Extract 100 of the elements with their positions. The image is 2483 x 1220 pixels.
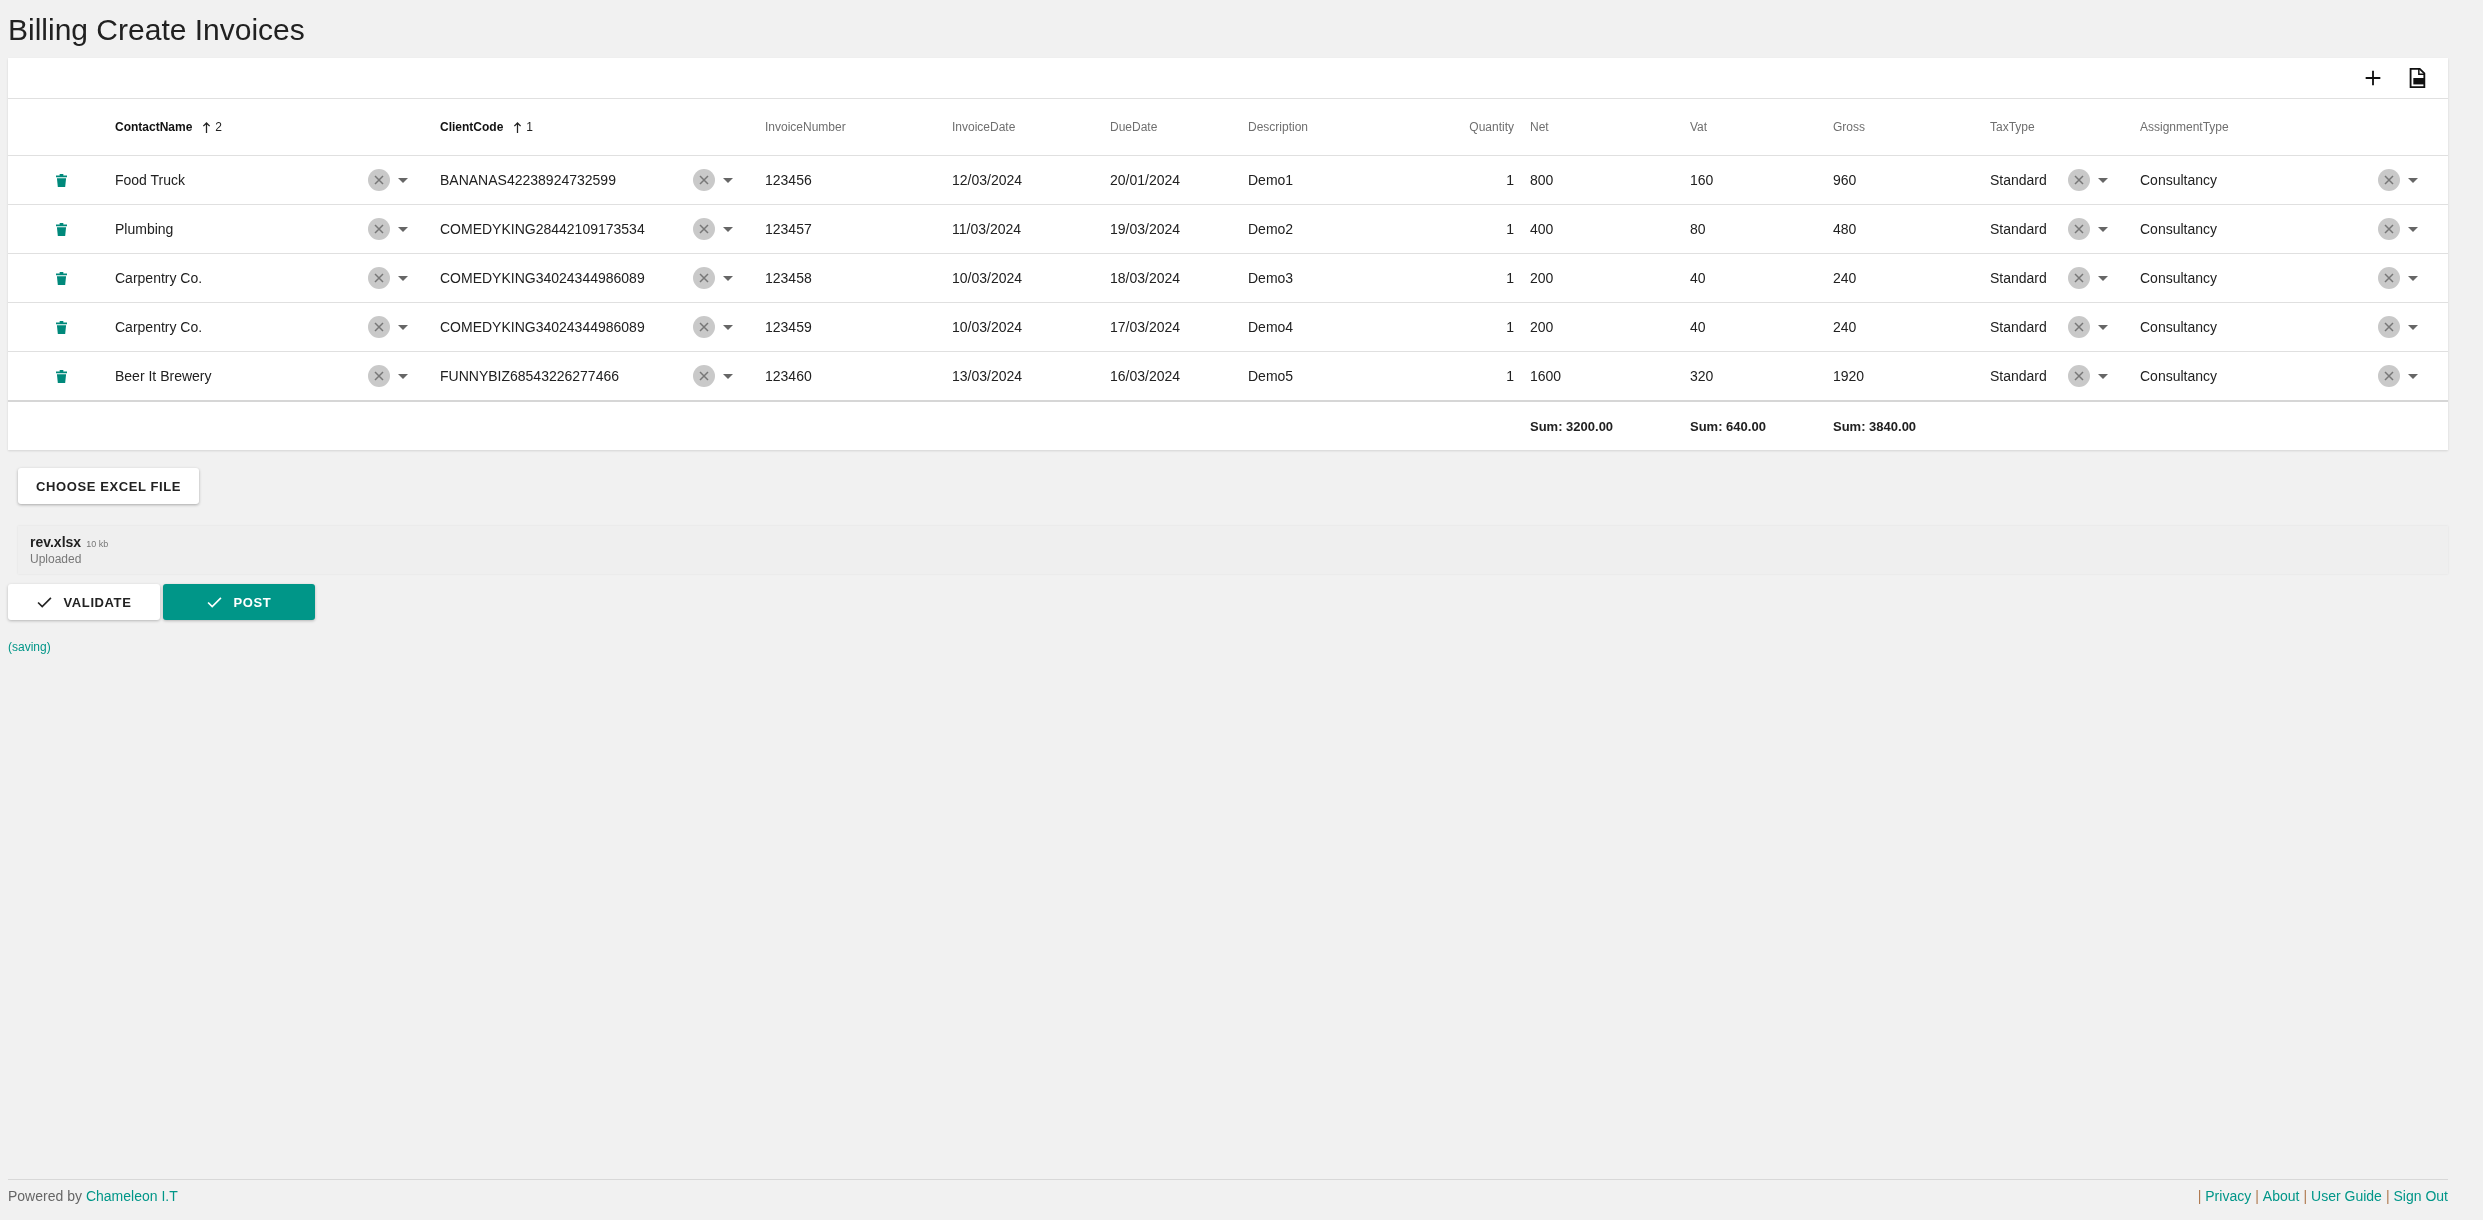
clear-icon[interactable] xyxy=(2068,267,2090,289)
clear-icon[interactable] xyxy=(2068,365,2090,387)
column-header[interactable]: Vat xyxy=(1690,120,1708,134)
footer-link[interactable]: Sign Out xyxy=(2393,1188,2448,1204)
clear-icon[interactable] xyxy=(368,267,390,289)
table-cell-text: Standard xyxy=(1990,221,2048,237)
table-cell-text: Standard xyxy=(1990,270,2048,286)
caret-down-icon[interactable] xyxy=(398,373,408,379)
clear-icon[interactable] xyxy=(693,316,715,338)
choose-file-button[interactable]: CHOOSE EXCEL FILE xyxy=(18,468,200,504)
trash-icon[interactable] xyxy=(56,222,67,236)
caret-down-icon[interactable] xyxy=(2098,373,2108,379)
clear-icon[interactable] xyxy=(693,365,715,387)
caret-down-icon[interactable] xyxy=(2098,226,2108,232)
trash-icon[interactable] xyxy=(56,271,67,285)
table-cell-text: Consultancy xyxy=(2140,172,2219,188)
trash-icon[interactable] xyxy=(56,173,67,187)
table-cell: 1 xyxy=(1506,221,1514,237)
column-header[interactable]: AssignmentType xyxy=(2140,120,2229,134)
table-cell: 16/03/2024 xyxy=(1110,368,1181,384)
footer-link[interactable]: Privacy xyxy=(2205,1188,2252,1204)
caret-down-icon[interactable] xyxy=(2098,324,2108,330)
table-cell: 12/03/2024 xyxy=(952,172,1023,188)
table-cell-text: Consultancy xyxy=(2140,319,2219,335)
column-header[interactable]: Description xyxy=(1248,120,1309,134)
clear-icon[interactable] xyxy=(2068,169,2090,191)
caret-down-icon[interactable] xyxy=(398,226,408,232)
table-cell-text: Consultancy xyxy=(2140,270,2219,286)
clear-icon[interactable] xyxy=(693,267,715,289)
footer-link[interactable]: About xyxy=(2262,1188,2300,1204)
table-cell: Demo3 xyxy=(1248,270,1294,286)
footer-link[interactable]: User Guide xyxy=(2311,1188,2382,1204)
trash-icon[interactable] xyxy=(56,369,67,383)
column-header[interactable]: Gross xyxy=(1833,120,1865,134)
clear-icon[interactable] xyxy=(2378,267,2400,289)
table-cell: 11/03/2024 xyxy=(952,221,1022,237)
caret-down-icon[interactable] xyxy=(723,226,733,232)
validate-button[interactable]: VALIDATE xyxy=(8,584,160,620)
company-link[interactable]: Chameleon I.T xyxy=(85,1188,178,1204)
table-cell: 1 xyxy=(1506,368,1514,384)
caret-down-icon[interactable] xyxy=(398,324,408,330)
table-cell: 80 xyxy=(1690,221,1706,237)
caret-down-icon[interactable] xyxy=(398,275,408,281)
sort-up-icon xyxy=(513,120,523,134)
caret-down-icon[interactable] xyxy=(2408,373,2418,379)
table-cell: 19/03/2024 xyxy=(1110,221,1181,237)
column-header[interactable]: InvoiceNumber xyxy=(765,120,846,134)
clear-icon[interactable] xyxy=(368,316,390,338)
table-cell: 18/03/2024 xyxy=(1110,270,1181,286)
clear-icon[interactable] xyxy=(368,365,390,387)
table-cell: Demo4 xyxy=(1248,319,1294,335)
table-cell-text: COMEDYKING28442109173534 xyxy=(440,221,646,237)
link-separator: | xyxy=(2255,1188,2259,1204)
caret-down-icon[interactable] xyxy=(2408,275,2418,281)
table-cell: 1600 xyxy=(1530,368,1562,384)
caret-down-icon[interactable] xyxy=(2408,177,2418,183)
clear-icon[interactable] xyxy=(2378,218,2400,240)
table-cell: 200 xyxy=(1530,319,1554,335)
caret-down-icon[interactable] xyxy=(2408,226,2418,232)
table-cell: 123457 xyxy=(765,221,812,237)
caret-down-icon[interactable] xyxy=(2098,177,2108,183)
clear-icon[interactable] xyxy=(2068,218,2090,240)
table-cell-text: FUNNYBIZ68543226277466 xyxy=(440,368,620,384)
caret-down-icon[interactable] xyxy=(2098,275,2108,281)
table-cell-text: Standard xyxy=(1990,319,2048,335)
caret-down-icon[interactable] xyxy=(398,177,408,183)
table-cell: 1 xyxy=(1506,319,1514,335)
clear-icon[interactable] xyxy=(2378,365,2400,387)
check-icon xyxy=(36,596,52,608)
sort-up-icon xyxy=(202,120,212,134)
column-header[interactable]: InvoiceDate xyxy=(952,120,1016,134)
clear-icon[interactable] xyxy=(2068,316,2090,338)
caret-down-icon[interactable] xyxy=(723,324,733,330)
clear-icon[interactable] xyxy=(368,218,390,240)
clear-icon[interactable] xyxy=(693,218,715,240)
caret-down-icon[interactable] xyxy=(723,373,733,379)
trash-icon[interactable] xyxy=(56,320,67,334)
post-button[interactable]: POST xyxy=(163,584,315,620)
clear-icon[interactable] xyxy=(693,169,715,191)
column-header[interactable]: ClientCode xyxy=(440,120,504,134)
caret-down-icon[interactable] xyxy=(2408,324,2418,330)
column-header[interactable]: DueDate xyxy=(1110,120,1158,134)
table-cell: 13/03/2024 xyxy=(952,368,1023,384)
clear-icon[interactable] xyxy=(2378,169,2400,191)
column-header[interactable]: Quantity xyxy=(1469,120,1514,134)
column-header[interactable]: Net xyxy=(1530,120,1549,134)
column-header[interactable]: ContactName xyxy=(115,120,193,134)
caret-down-icon[interactable] xyxy=(723,177,733,183)
clear-icon[interactable] xyxy=(2378,316,2400,338)
table-cell: Demo5 xyxy=(1248,368,1294,384)
column-header[interactable]: TaxType xyxy=(1990,120,2035,134)
clear-icon[interactable] xyxy=(368,169,390,191)
caret-down-icon[interactable] xyxy=(723,275,733,281)
table-cell: Demo2 xyxy=(1248,221,1294,237)
table-cell-text: Standard xyxy=(1990,368,2048,384)
page-title: Billing Create Invoices xyxy=(8,12,306,48)
table-cell: 123459 xyxy=(765,319,812,335)
table-cell: 1 xyxy=(1506,172,1514,188)
table-cell-text: BANANAS42238924732599 xyxy=(440,172,617,188)
table-cell-text: Standard xyxy=(1990,172,2048,188)
